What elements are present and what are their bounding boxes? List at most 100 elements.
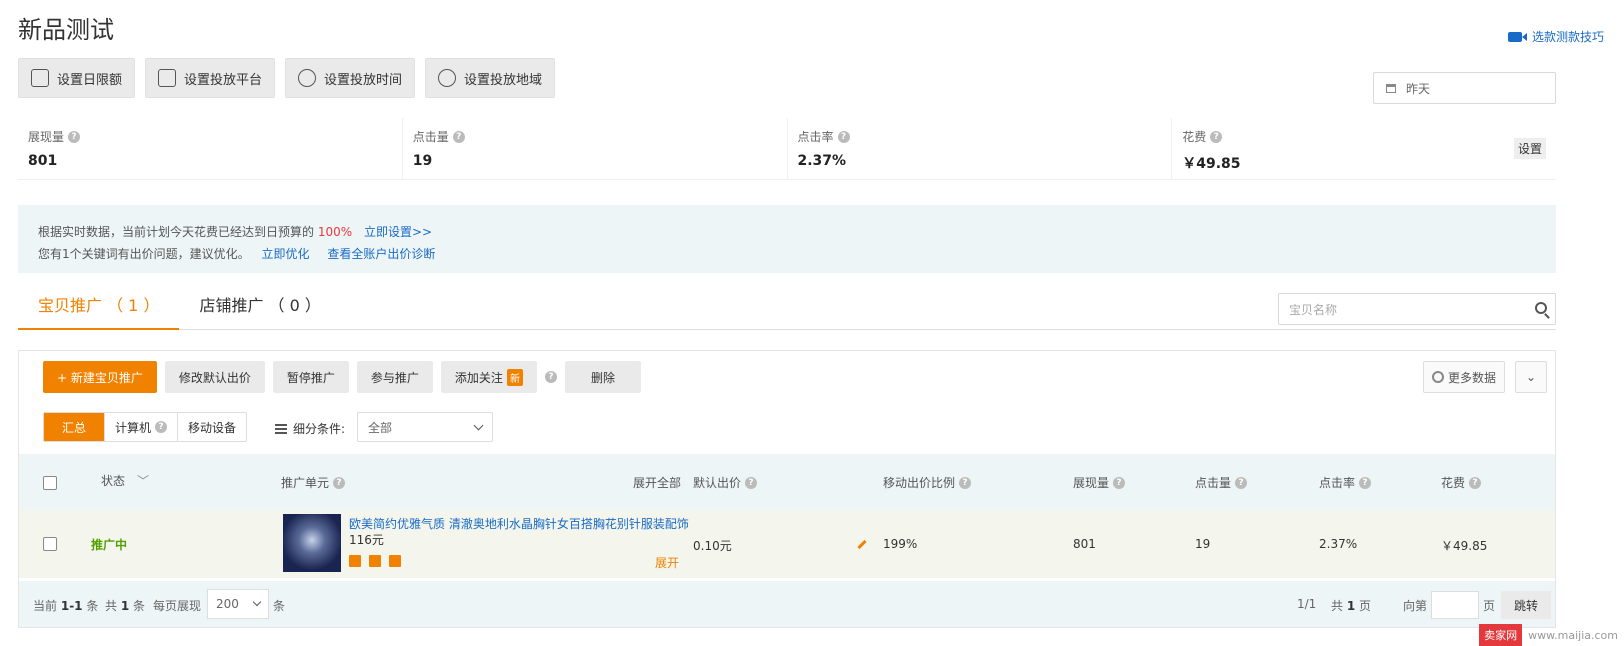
page-size-select[interactable]: 200 <box>207 589 269 619</box>
help-icon[interactable]: ? <box>1210 130 1223 143</box>
new-item-promotion-button[interactable]: + 新建宝贝推广 <box>43 361 157 393</box>
stat-value: 2.37% <box>797 153 847 169</box>
expand-link[interactable]: 展开 <box>655 554 679 571</box>
help-icon[interactable]: ? <box>1113 476 1126 489</box>
set-platform-button[interactable]: 设置投放平台 <box>145 58 276 98</box>
help-icon[interactable]: ? <box>745 476 758 489</box>
stat-ctr: 点击率? 2.37% <box>788 118 1173 179</box>
date-picker[interactable]: 昨天 <box>1373 72 1556 104</box>
copy-icon[interactable] <box>369 555 381 567</box>
ctr-value: 2.37% <box>1319 537 1358 551</box>
budget-percent: 100% <box>317 225 353 239</box>
help-icon[interactable]: ? <box>333 476 346 489</box>
total-prefix: 共 <box>105 599 118 613</box>
goto-label: 向第 <box>1403 599 1428 613</box>
total-suffix: 条 <box>133 599 146 613</box>
pagination-bar: 当前 1-1 条 共 1 条 每页展现 200 条 1/1 共 1 页 向第 页… <box>19 581 1555 627</box>
help-icon[interactable]: ? <box>1359 476 1372 489</box>
help-icon[interactable]: ? <box>155 421 168 433</box>
chevron-down-icon[interactable]: ⌄ <box>1515 361 1547 393</box>
tab-shop-promotion[interactable]: 店铺推广 （ 0 ） <box>179 284 340 330</box>
table-row: 推广中 欧美简约优雅气质 清澈奥地利水晶胸针女百搭胸花别针服装配饰 116元 展… <box>19 510 1555 578</box>
expand-all-link[interactable]: 展开全部 <box>633 474 681 491</box>
delete-button[interactable]: 删除 <box>564 361 641 393</box>
current-range-value: 1-1 <box>60 599 83 613</box>
header-status[interactable]: 状态 ﹀ <box>101 472 149 489</box>
bid-diagnosis-link[interactable]: 查看全账户出价诊断 <box>327 247 435 261</box>
tips-link[interactable]: 选款测款技巧 <box>1507 28 1604 45</box>
product-title-link[interactable]: 欧美简约优雅气质 清澈奥地利水晶胸针女百搭胸花别针服装配饰 <box>349 515 689 532</box>
help-icon[interactable]: ? <box>68 130 81 143</box>
header-mobile-ratio: 移动出价比例? <box>883 474 972 491</box>
pause-button[interactable]: 暂停推广 <box>272 361 349 393</box>
pause-icon[interactable] <box>349 555 361 567</box>
help-icon[interactable]: ? <box>837 130 850 143</box>
mobile-ratio-value: 199% <box>883 537 918 551</box>
more-data-button[interactable]: 更多数据 <box>1422 361 1505 393</box>
help-icon[interactable]: ? <box>452 130 465 143</box>
filter-label-text: 细分条件: <box>293 422 346 436</box>
set-region-button[interactable]: 设置投放地域 <box>425 58 556 98</box>
search-icon[interactable] <box>1535 302 1547 314</box>
optimize-now-link[interactable]: 立即优化 <box>261 247 309 261</box>
new-badge: 新 <box>506 368 523 386</box>
header-impressions[interactable]: 展现量? <box>1073 474 1126 491</box>
item-search-input[interactable]: 宝贝名称 <box>1278 293 1556 325</box>
segment-summary[interactable]: 汇总 <box>44 413 106 441</box>
current-suffix: 条 <box>86 599 99 613</box>
chevron-down-icon <box>252 597 262 607</box>
filter-select[interactable]: 全部 <box>357 412 493 442</box>
set-daily-limit-button[interactable]: 设置日限额 <box>18 58 136 98</box>
notice-line-2: 您有1个关键词有出价问题，建议优化。 立即优化 查看全账户出价诊断 <box>38 243 1536 265</box>
segment-pc[interactable]: 计算机? <box>105 413 179 441</box>
help-icon[interactable]: ? <box>959 476 972 489</box>
pages-count-value: 1 <box>1346 599 1356 613</box>
map-pin-icon <box>438 69 457 87</box>
tab-item-promotion[interactable]: 宝贝推广 （ 1 ） <box>18 284 180 330</box>
header-unit-label: 推广单元 <box>281 476 330 490</box>
set-time-label: 设置投放时间 <box>324 72 403 88</box>
list-icon <box>275 423 287 434</box>
help-icon[interactable]: ? <box>1235 476 1248 489</box>
help-icon[interactable]: ? <box>1469 476 1482 489</box>
header-mobile-ratio-label: 移动出价比例 <box>883 476 956 490</box>
stat-value: ￥49.85 <box>1182 156 1241 172</box>
row-action-icons <box>349 555 401 567</box>
pages-suffix: 页 <box>1359 599 1372 613</box>
jump-button[interactable]: 跳转 <box>1501 591 1551 619</box>
video-camera-icon <box>1507 31 1527 42</box>
segment-mobile[interactable]: 移动设备 <box>178 413 246 441</box>
pages-prefix: 共 <box>1331 599 1344 613</box>
goto-page-input[interactable] <box>1431 591 1479 619</box>
page-title: 新品测试 <box>18 16 114 44</box>
add-follow-button[interactable]: 添加关注 新 <box>440 361 537 393</box>
calendar-icon <box>1386 83 1396 93</box>
join-button[interactable]: 参与推广 <box>356 361 433 393</box>
sliders-icon <box>31 69 49 87</box>
notice-text: 根据实时数据，当前计划今天花费已经达到日预算的 <box>38 225 315 239</box>
header-clicks-label: 点击量 <box>1195 476 1232 490</box>
stat-cost: 花费? ￥49.85 设置 <box>1172 118 1556 179</box>
product-thumbnail[interactable] <box>283 514 341 572</box>
select-all-checkbox[interactable] <box>43 476 57 490</box>
header-default-bid: 默认出价? <box>693 474 758 491</box>
header-ctr[interactable]: 点击率? <box>1319 474 1372 491</box>
page-position: 1/1 <box>1297 597 1317 611</box>
row-checkbox[interactable] <box>43 537 57 551</box>
edit-default-bid-button[interactable]: 修改默认出价 <box>164 361 265 393</box>
stat-clicks: 点击量? 19 <box>403 118 788 179</box>
stat-label: 点击率 <box>797 130 834 144</box>
page-root: 新品测试 选款测款技巧 设置日限额 设置投放平台 设置投放时间 设置投放地域 昨… <box>0 0 1624 646</box>
monitor-icon <box>158 69 177 87</box>
help-icon[interactable]: ? <box>544 371 557 383</box>
stat-value: 19 <box>412 153 433 169</box>
header-impressions-label: 展现量 <box>1073 476 1110 490</box>
set-now-link[interactable]: 立即设置>> <box>364 225 432 239</box>
header-cost[interactable]: 花费? <box>1441 474 1482 491</box>
set-time-button[interactable]: 设置投放时间 <box>285 58 416 98</box>
header-clicks[interactable]: 点击量? <box>1195 474 1248 491</box>
trash-icon[interactable] <box>389 555 401 567</box>
goto-unit: 页 <box>1483 599 1496 613</box>
stats-setting-button[interactable]: 设置 <box>1513 138 1546 159</box>
pencil-icon[interactable] <box>857 539 867 550</box>
